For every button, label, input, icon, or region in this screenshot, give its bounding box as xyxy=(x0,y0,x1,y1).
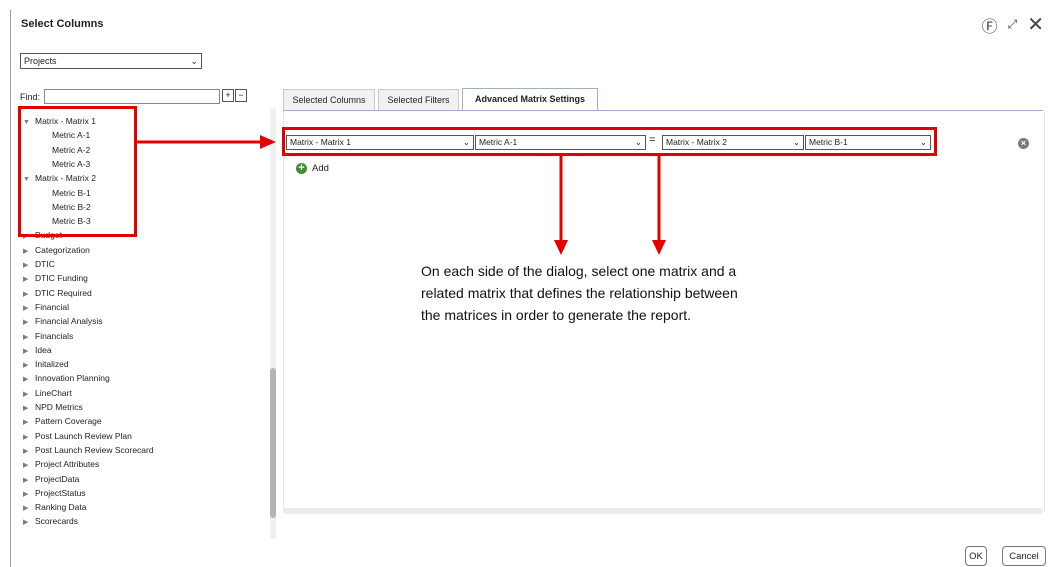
arrow-down-left xyxy=(554,156,568,255)
arrow-right xyxy=(137,135,276,149)
note-line: related matrix that defines the relation… xyxy=(421,285,738,301)
annotation-note: On each side of the dialog, select one m… xyxy=(421,260,821,326)
cancel-button[interactable]: Cancel xyxy=(1002,546,1046,566)
arrow-down-right xyxy=(652,156,666,255)
note-line: On each side of the dialog, select one m… xyxy=(421,263,737,279)
note-line: the matrices in order to generate the re… xyxy=(421,307,692,323)
ok-button[interactable]: OK xyxy=(965,546,987,566)
